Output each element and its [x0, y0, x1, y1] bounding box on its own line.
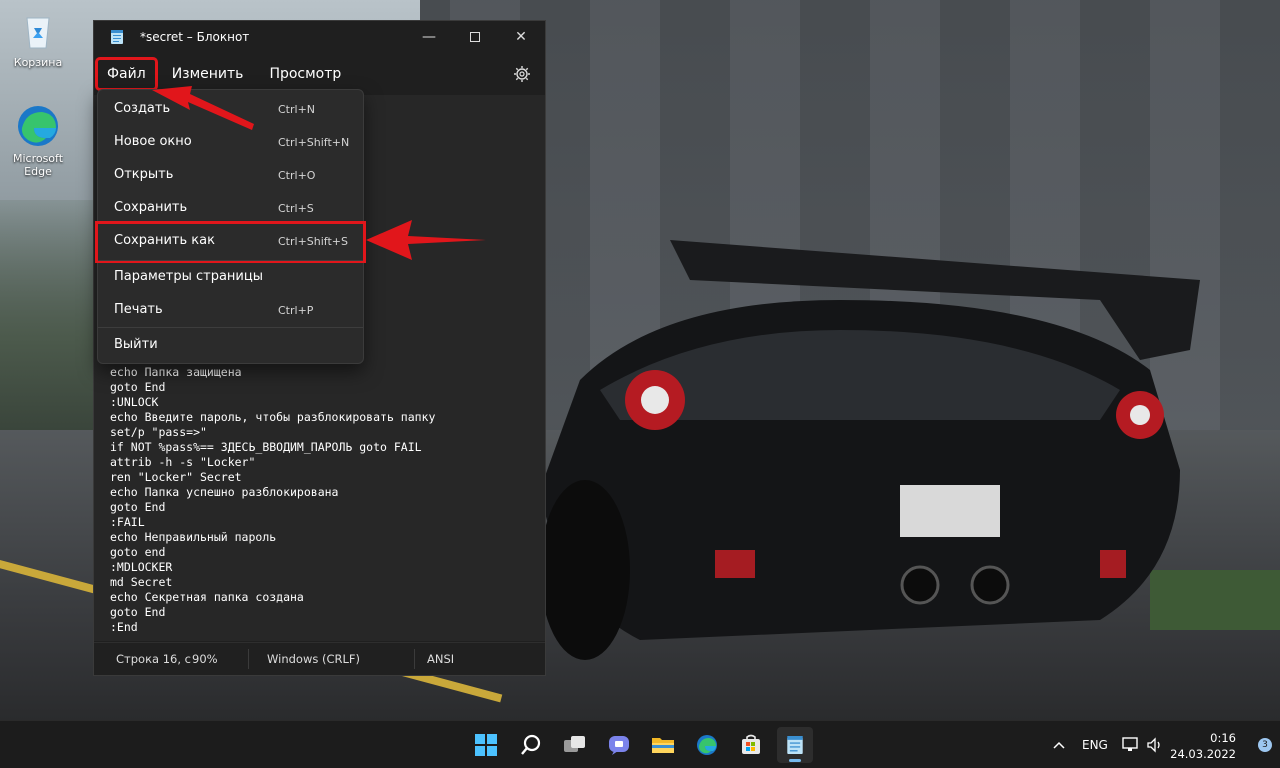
- menu-item-label: Новое окно: [114, 134, 192, 149]
- status-divider: [414, 649, 415, 669]
- menu-item-label: Открыть: [114, 167, 174, 182]
- notepad-icon: [111, 30, 123, 44]
- menu-item-label: Параметры страницы: [114, 269, 263, 284]
- clock-time: 0:16: [1210, 731, 1236, 745]
- status-bar: Строка 16, с 90% Windows (CRLF) ANSI: [94, 642, 545, 675]
- settings-gear-icon[interactable]: [513, 65, 531, 83]
- desktop-icon-label: Microsoft Edge: [12, 152, 64, 178]
- status-position: Строка 16, с: [116, 652, 191, 666]
- menu-item-shortcut: Ctrl+P: [278, 304, 314, 317]
- taskbar-search-button[interactable]: [513, 727, 549, 763]
- menu-item-shortcut: Ctrl+S: [278, 202, 314, 215]
- show-hidden-icons-button[interactable]: [1052, 721, 1066, 768]
- close-icon: ✕: [515, 29, 527, 45]
- wallpaper-car: [540, 240, 1200, 660]
- clock-date: 24.03.2022: [1170, 747, 1236, 761]
- edge-taskbar-button[interactable]: [689, 727, 725, 763]
- menu-item-shortcut: Ctrl+Shift+N: [278, 136, 350, 149]
- file-menu-open[interactable]: Открыть Ctrl+O: [102, 160, 359, 190]
- minimize-icon: —: [422, 29, 436, 45]
- language-indicator[interactable]: ENG: [1082, 721, 1108, 768]
- store-icon: [742, 734, 760, 754]
- file-menu-page-setup[interactable]: Параметры страницы: [102, 262, 359, 292]
- desktop-icon-edge[interactable]: Microsoft Edge: [0, 104, 76, 178]
- chevron-up-icon: [1053, 741, 1065, 749]
- search-icon: [521, 734, 541, 755]
- annotation-arrow-save-as: [366, 220, 486, 260]
- menu-item-shortcut: Ctrl+Shift+S: [278, 235, 348, 248]
- file-menu-print[interactable]: Печать Ctrl+P: [102, 295, 359, 325]
- menu-item-label: Сохранить как: [114, 233, 215, 248]
- folder-icon: [652, 738, 674, 753]
- title-bar[interactable]: *secret – Блокнот — ✕: [94, 21, 545, 53]
- store-button[interactable]: [733, 727, 769, 763]
- editor-content: echo Папка защищена goto End :UNLOCK ech…: [110, 365, 436, 634]
- network-icon[interactable]: [1122, 721, 1140, 768]
- status-divider: [248, 649, 249, 669]
- file-menu-exit[interactable]: Выйти: [102, 330, 359, 360]
- file-explorer-button[interactable]: [645, 727, 681, 763]
- menu-divider: [98, 327, 363, 328]
- maximize-icon: [470, 32, 480, 42]
- taskbar: ENG 0:16 24.03.2022 3: [0, 720, 1280, 768]
- menu-item-shortcut: Ctrl+N: [278, 103, 316, 116]
- windows-logo-icon: [475, 734, 497, 756]
- annotation-arrow-file: [152, 86, 254, 130]
- task-view-icon: [564, 736, 585, 752]
- menu-item-label: Выйти: [114, 337, 158, 352]
- notepad-taskbar-button[interactable]: [777, 727, 813, 763]
- active-indicator: [789, 759, 801, 762]
- file-menu-save[interactable]: Сохранить Ctrl+S: [102, 193, 359, 223]
- start-button[interactable]: [468, 727, 504, 763]
- clock[interactable]: 0:16 24.03.2022: [1170, 730, 1236, 762]
- edge-icon: [16, 104, 60, 148]
- file-menu-save-as[interactable]: Сохранить как Ctrl+Shift+S: [95, 221, 366, 263]
- status-line-ending: Windows (CRLF): [267, 652, 361, 666]
- notepad-icon: [787, 736, 803, 754]
- menu-item-shortcut: Ctrl+O: [278, 169, 316, 182]
- teams-chat-button[interactable]: [601, 727, 637, 763]
- window-title: *secret – Блокнот: [140, 30, 250, 44]
- minimize-button[interactable]: —: [406, 21, 452, 53]
- menu-file[interactable]: Файл: [95, 57, 158, 91]
- desktop-icon-label: Корзина: [13, 56, 63, 69]
- task-view-button[interactable]: [557, 727, 593, 763]
- chat-icon: [609, 736, 629, 755]
- menu-item-label: Печать: [114, 302, 163, 317]
- close-button[interactable]: ✕: [498, 21, 544, 53]
- menu-divider: [98, 260, 363, 261]
- volume-icon[interactable]: [1146, 721, 1164, 768]
- menu-item-label: Сохранить: [114, 200, 188, 215]
- edge-icon: [697, 735, 717, 755]
- maximize-button[interactable]: [452, 21, 498, 53]
- status-zoom: 90%: [192, 652, 218, 666]
- status-encoding: ANSI: [427, 652, 455, 666]
- menu-view[interactable]: Просмотр: [260, 60, 350, 88]
- recycle-bin-icon: [16, 8, 60, 52]
- notification-badge[interactable]: 3: [1258, 738, 1272, 752]
- desktop-icon-recycle-bin[interactable]: Корзина: [0, 8, 76, 69]
